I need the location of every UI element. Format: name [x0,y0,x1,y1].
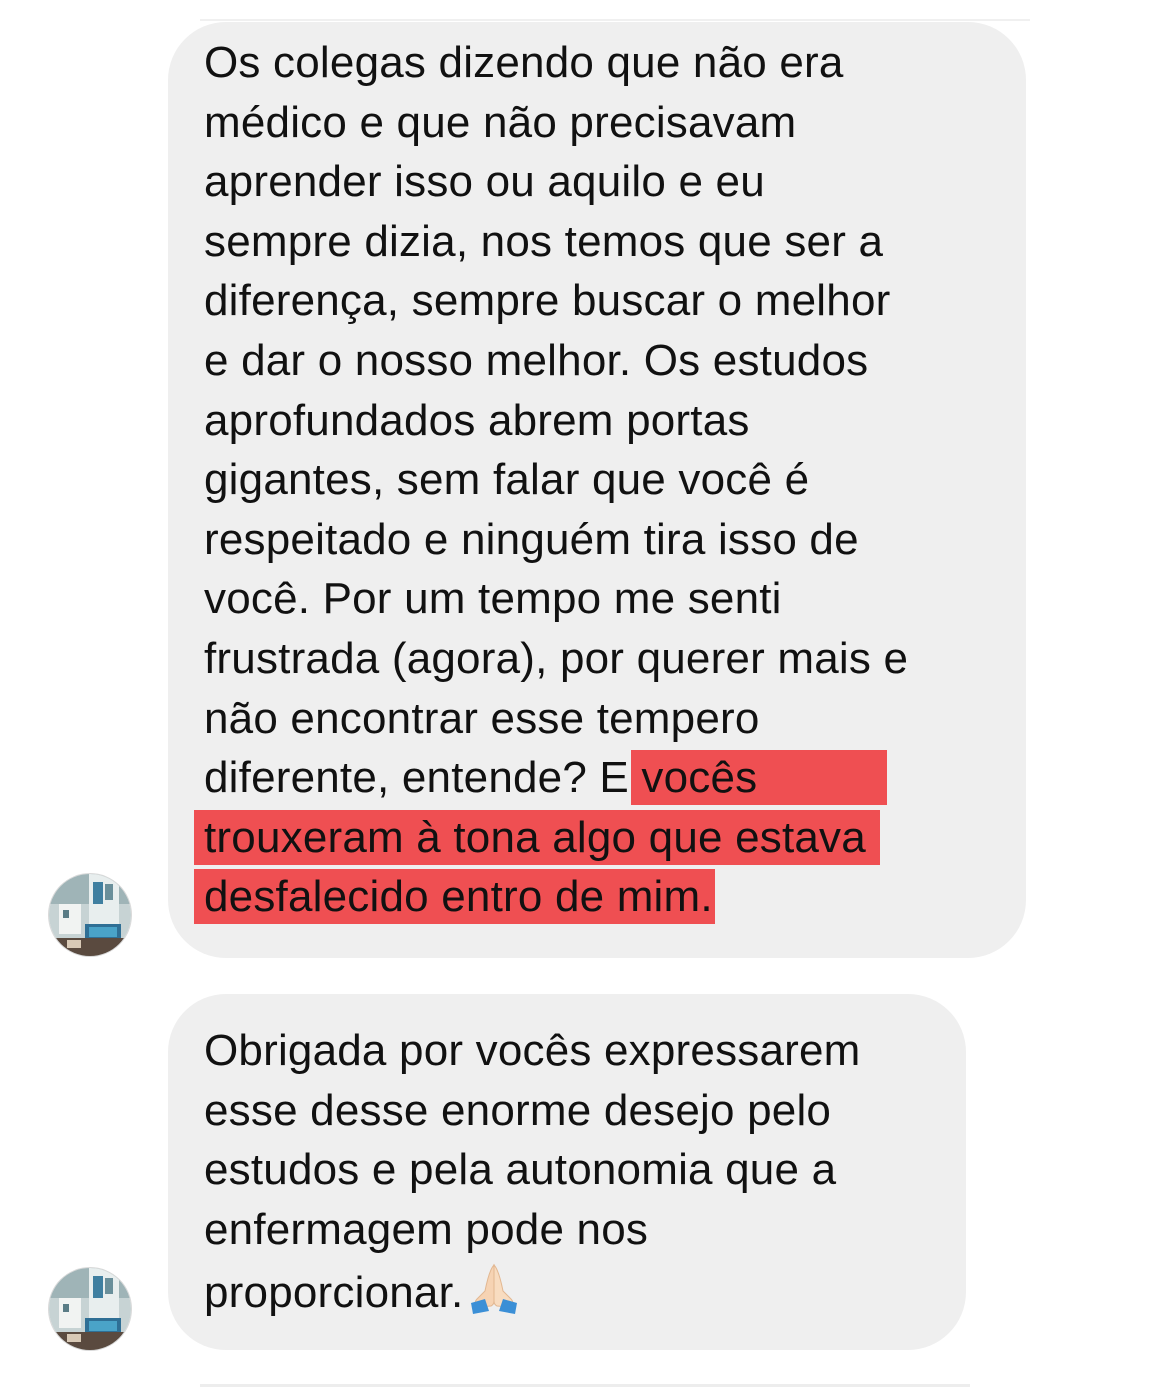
message-text: Obrigada por vocês expressarem esse dess… [204,1021,861,1323]
folded-hands-icon [471,1264,518,1315]
divider-top [200,19,1030,21]
divider-bottom [200,1384,970,1387]
avatar-photo-icon [49,1268,131,1350]
message-text: Os colegas dizendo que não era médico e … [194,33,909,927]
avatar[interactable] [49,874,131,956]
avatar[interactable] [49,1268,131,1350]
message-text-plain: Os colegas dizendo que não era médico e … [204,38,909,803]
highlighted-text: desfalecido entro de mim. [194,869,715,925]
highlighted-text: trouxeram à tona algo que estava [194,809,880,865]
highlighted-text: vocês [631,750,888,806]
message-text-plain: Obrigada por vocês expressarem esse dess… [204,1026,861,1318]
avatar-photo-icon [49,874,131,956]
